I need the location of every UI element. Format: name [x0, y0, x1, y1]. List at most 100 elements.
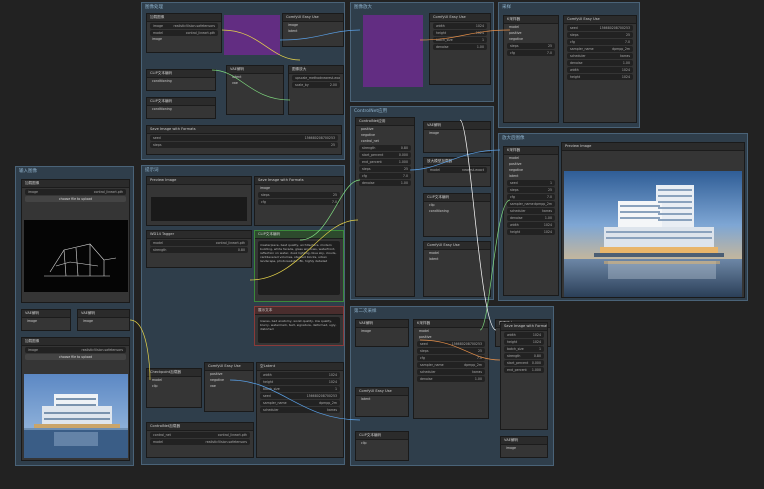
node-clip-text-mid[interactable]: CLIP文本编码 clip conditioning — [423, 193, 491, 237]
port-negative[interactable]: negative — [210, 378, 248, 383]
scheduler-widget[interactable]: scheduler karras — [507, 208, 555, 214]
strength-widget[interactable]: strength 0.80 — [150, 247, 248, 253]
width-widget[interactable]: width 1024 — [260, 372, 340, 378]
port-clip[interactable]: clip — [429, 203, 485, 208]
denoise-widget[interactable]: denoise 1.00 — [417, 376, 485, 382]
strength-widget[interactable]: strength 0.80 — [504, 353, 544, 359]
batch-widget[interactable]: batch_size 1 — [504, 346, 544, 352]
start-widget[interactable]: start_percent 0.000 — [359, 152, 411, 158]
port-image[interactable]: image — [83, 319, 124, 324]
denoise-widget[interactable]: denoise 1.00 — [567, 60, 633, 66]
port-negative[interactable]: negative — [509, 37, 553, 42]
node-easy-use-mid[interactable]: ComfyUI Easy Use model latent — [423, 241, 491, 297]
node-controlnet-apply[interactable]: ControlNet应用 positive negative control_n… — [355, 117, 415, 297]
ckpt-widget[interactable]: model realisticVision.safetensors — [150, 439, 250, 445]
scheduler-widget[interactable]: scheduler karras — [260, 407, 340, 413]
port-conditioning[interactable]: conditioning — [429, 209, 485, 214]
port-negative[interactable]: negative — [361, 133, 409, 138]
cfg-widget[interactable]: cfg 7.0 — [258, 199, 340, 205]
steps-widget[interactable]: steps 25 — [150, 142, 338, 148]
node-vae-decode-left-a[interactable]: VAE解码 image — [21, 309, 71, 331]
image-widget[interactable]: image realisticVision.safetensors — [25, 347, 126, 353]
model-widget[interactable]: model control_lineart.pth — [150, 30, 218, 36]
port-image[interactable]: image — [27, 319, 65, 324]
node-ksampler-b[interactable]: K采样器 model positive negative latent seed… — [503, 146, 559, 296]
sampler-widget[interactable]: sampler_name dpmpp_2m — [507, 201, 555, 207]
denoise-widget[interactable]: denoise 1.00 — [507, 215, 555, 221]
node-clip-text-a[interactable]: CLIP文本编码 conditioning — [146, 69, 216, 91]
seed-widget[interactable]: seed 156680208700253 — [260, 393, 340, 399]
group-sampling[interactable]: 采样 K采样器 model positive negative steps 25 … — [498, 2, 640, 128]
steps-widget[interactable]: steps 25 — [359, 166, 411, 172]
port-positive[interactable]: positive — [509, 31, 553, 36]
steps-widget[interactable]: steps 25 — [417, 348, 485, 354]
node-show-text[interactable]: 展示文本 lowres, bad anatomy, worst quality,… — [254, 306, 344, 346]
port-model[interactable]: model — [419, 329, 483, 334]
group-upscale[interactable]: 图像放大 ComfyUI Easy Use width 1024 height 10… — [350, 2, 494, 102]
node-save-a[interactable]: Save Image with Formats seed 156680208700… — [146, 125, 342, 155]
width-widget[interactable]: width 1024 — [433, 23, 487, 29]
node-vae-decode-left-b[interactable]: VAE解码 image — [77, 309, 130, 331]
scale-widget[interactable]: scale_by 2.00 — [292, 82, 340, 88]
port-clip[interactable]: clip — [361, 441, 403, 446]
node-preview-output[interactable]: Preview Image — [561, 142, 745, 298]
node-vae-decode-bottom[interactable]: VAE解码 image — [355, 319, 409, 347]
node-empty-latent[interactable]: 空Latent width 1024 height 1024 batch_size 1… — [256, 362, 344, 458]
node-clip-bottom[interactable]: CLIP文本编码 clip — [355, 431, 409, 461]
node-easy-use-b[interactable]: ComfyUI Easy Use width 1024 height 1024 ba… — [429, 13, 491, 85]
port-clip[interactable]: clip — [152, 384, 196, 389]
height-widget[interactable]: height 1024 — [507, 229, 555, 235]
batch-widget[interactable]: batch_size 1 — [433, 37, 487, 43]
cfg-widget[interactable]: cfg 7.0 — [417, 355, 485, 361]
port-image[interactable]: image — [288, 23, 338, 28]
node-load-image-photo[interactable]: 加载图像 image realisticVision.safetensors ch… — [21, 337, 130, 461]
port-model[interactable]: model — [152, 378, 196, 383]
group-input-image[interactable]: 输入图像 加载图像 image control_lineart.pth choos… — [15, 166, 134, 466]
port-image[interactable]: image — [361, 329, 403, 334]
port-positive[interactable]: positive — [361, 127, 409, 132]
height-widget[interactable]: height 1024 — [504, 339, 544, 345]
node-controlnet-loader[interactable]: ControlNet加载器 control_net control_lineart… — [146, 422, 254, 458]
seed-widget[interactable]: seed 156680208700253 — [567, 25, 633, 31]
node-upscale-model[interactable]: 放大模型加载器 model nearest-exact — [423, 157, 491, 187]
cfg-widget[interactable]: cfg 7.0 — [567, 39, 633, 45]
node-save-center[interactable]: Save Image with Formats image steps 25 cf… — [254, 176, 344, 226]
node-wd14[interactable]: WD14 Tagger model control_lineart.pth str… — [146, 230, 252, 268]
model-widget[interactable]: model control_lineart.pth — [150, 240, 248, 246]
node-checkpoint[interactable]: Checkpoint加载器 model clip — [146, 368, 202, 408]
port-vae[interactable]: vae — [210, 384, 248, 389]
port-negative[interactable]: negative — [509, 168, 553, 173]
cfg-widget[interactable]: cfg 7.0 — [359, 173, 411, 179]
height-widget[interactable]: height 1024 — [433, 30, 487, 36]
port-positive[interactable]: positive — [419, 335, 483, 340]
node-vae-right[interactable]: VAE解码 image — [500, 436, 548, 458]
port-model[interactable]: model — [429, 251, 485, 256]
positive-prompt-textarea[interactable]: masterpiece, best quality, architecture,… — [258, 241, 340, 295]
cfg-widget[interactable]: cfg 7.0 — [507, 194, 555, 200]
start-widget[interactable]: start_percent 0.000 — [504, 360, 544, 366]
port-latent[interactable]: latent — [288, 29, 338, 34]
end-widget[interactable]: end_percent 1.000 — [359, 159, 411, 165]
denoise-widget[interactable]: denoise 1.00 — [433, 44, 487, 50]
port-image[interactable]: image — [506, 446, 542, 451]
output-port[interactable]: image — [152, 37, 216, 42]
port-vae[interactable]: vae — [232, 81, 278, 86]
node-ksampler-c[interactable]: K采样器 model positive seed 156680208700253 … — [413, 319, 489, 419]
steps-widget[interactable]: steps 25 — [507, 43, 555, 49]
batch-widget[interactable]: batch_size 1 — [260, 386, 340, 392]
node-ksampler-settings[interactable]: ComfyUI Easy Use seed 156680208700253 ste… — [563, 15, 637, 123]
port-model[interactable]: model — [509, 25, 553, 30]
port-image[interactable]: image — [260, 186, 338, 191]
port-conditioning[interactable]: conditioning — [152, 107, 210, 112]
upscale-method-widget[interactable]: upscale_methodnearest-exact — [292, 75, 340, 81]
group-controlnet[interactable]: ControlNet应用 ControlNet应用 positive negat… — [350, 106, 494, 300]
group-prompt[interactable]: 提示词 Preview Image Save Image with Format… — [141, 165, 345, 465]
width-widget[interactable]: width 1024 — [567, 67, 633, 73]
port-latent[interactable]: latent — [429, 257, 485, 262]
port-latent[interactable]: latent — [509, 174, 553, 179]
seed-widget[interactable]: seed 156680208700253 — [150, 135, 338, 141]
sampler-widget[interactable]: sampler_name dpmpp_2m — [567, 46, 633, 52]
steps-widget[interactable]: steps 25 — [567, 32, 633, 38]
cfg-widget[interactable]: cfg 7.0 — [507, 50, 555, 56]
sampler-widget[interactable]: sampler_name dpmpp_2m — [260, 400, 340, 406]
